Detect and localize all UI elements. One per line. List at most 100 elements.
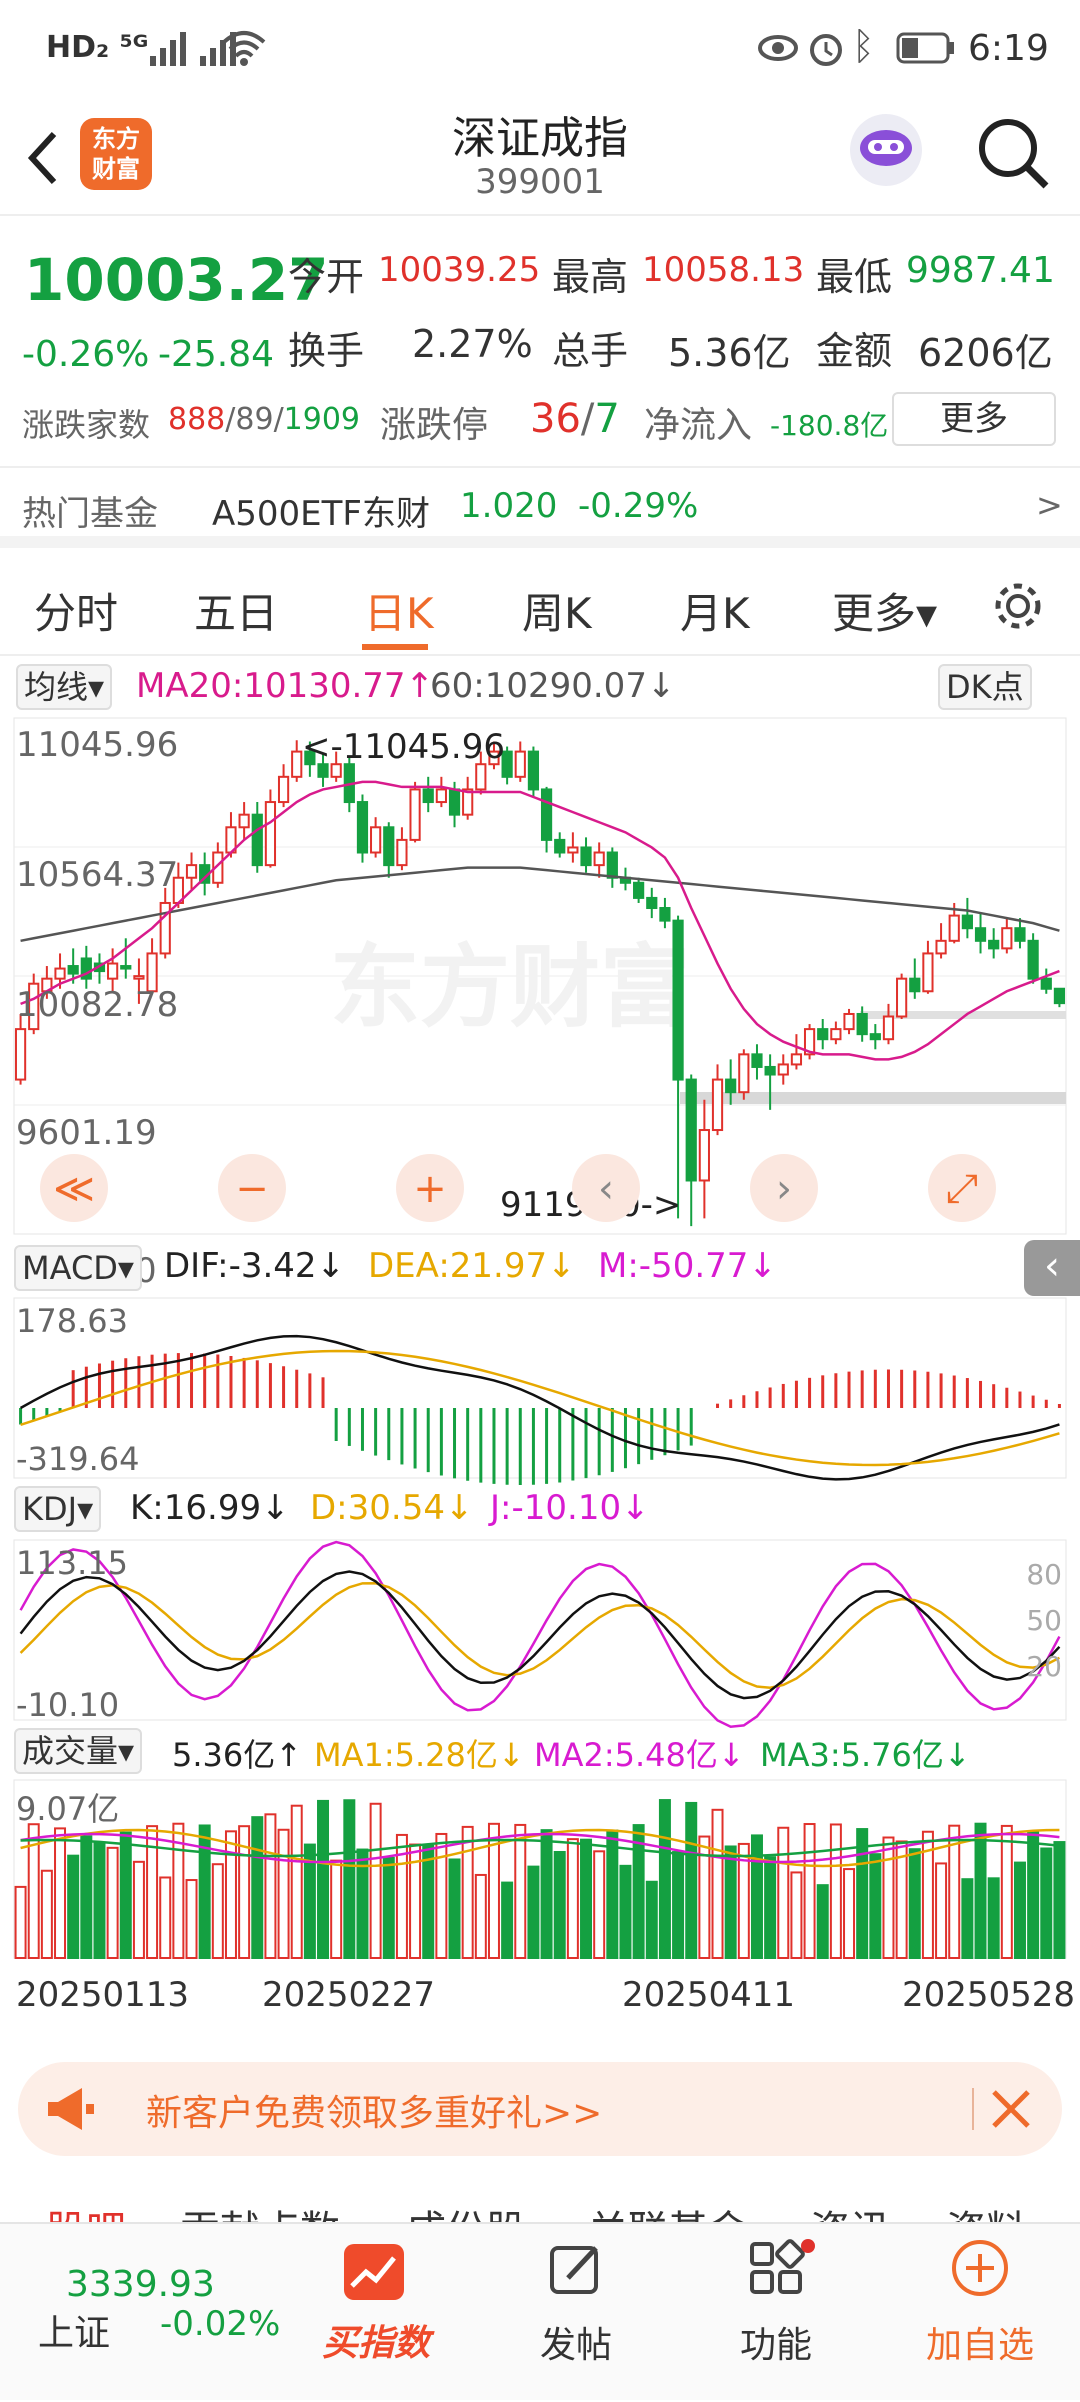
chart-control-icon: ⤢ <box>946 1166 978 1212</box>
volume-bar <box>777 1826 790 1960</box>
nav-buy-index[interactable]: 买指数 <box>276 2224 476 2402</box>
settings-gear-icon[interactable] <box>990 578 1046 634</box>
candle-body <box>238 813 250 829</box>
candle-body <box>882 1015 895 1041</box>
volume-bar <box>724 1845 737 1959</box>
sub-tab-guba[interactable]: 股吧 <box>46 2198 126 2222</box>
chevron-left-icon: ‹ <box>1044 1243 1060 1289</box>
last-price: 10003.27 <box>24 246 329 314</box>
volume-bar <box>185 1879 198 1960</box>
nav-post[interactable]: 发帖 <box>476 2224 676 2402</box>
battery-icon <box>896 32 954 64</box>
volume-bar <box>750 1834 763 1960</box>
nav-functions[interactable]: 功能 <box>676 2224 876 2402</box>
robot-assistant-icon[interactable] <box>844 108 928 192</box>
chart-control-icon: ‹ <box>598 1166 614 1212</box>
ma20-legend: MA20:10130.77↑ <box>136 666 435 706</box>
sub-tab-related-funds[interactable]: 关联基金 <box>588 2198 748 2222</box>
sub-tab-constituents[interactable]: 成份股 <box>406 2198 526 2222</box>
candle-body <box>448 788 461 816</box>
volume-bar <box>672 1851 685 1959</box>
hot-fund-name: A500ETF东财 <box>212 494 430 534</box>
candle-body <box>277 775 290 804</box>
volume-value: 5.36亿 <box>668 331 791 375</box>
tab-monthly-k[interactable]: 月K <box>680 580 750 641</box>
nav-index-quote[interactable]: 3339.93 上证 -0.02% <box>0 2224 280 2402</box>
app-logo[interactable]: 东方 财富 <box>80 118 152 190</box>
candle-body <box>988 939 1000 950</box>
volume-bar <box>369 1802 382 1959</box>
volume-panel-frame <box>13 1779 1067 1959</box>
volume-bar <box>1000 1824 1013 1960</box>
index-code: 399001 <box>475 162 605 202</box>
candle-body <box>764 1065 776 1076</box>
macd-dea-line <box>20 1349 1060 1467</box>
bottom-nav: 3339.93 上证 -0.02% 买指数 发帖 功能 加自选 <box>0 2222 1080 2400</box>
tab-daily-k[interactable]: 日K <box>364 580 434 641</box>
tab-five-day[interactable]: 五日 <box>194 580 278 641</box>
back-icon[interactable] <box>22 128 62 188</box>
candle-body <box>409 788 421 841</box>
active-tab-indicator <box>362 644 428 650</box>
sub-tab-contribution[interactable]: 贡献点数 <box>180 2198 340 2222</box>
volume-selector[interactable]: 成交量▾ <box>14 1728 143 1774</box>
candle-body <box>1027 939 1039 980</box>
volume-bar <box>1040 1847 1053 1959</box>
kdj-level-label: 20 <box>1026 1650 1062 1683</box>
hot-fund-row[interactable]: 热门基金 A500ETF东财 1.020 -0.29% > <box>0 466 1080 548</box>
macd-selector[interactable]: MACD▾ <box>14 1245 142 1291</box>
volume-bar <box>330 1859 343 1959</box>
amount-label: 金额 <box>816 329 893 373</box>
dk-point-button[interactable]: DK点 <box>938 664 1032 710</box>
kdj-selector[interactable]: KDJ▾ <box>14 1486 102 1532</box>
candle-body <box>540 788 553 841</box>
candle-body <box>435 788 447 804</box>
high-value: 10058.13 <box>642 250 805 290</box>
chart-control-icon: − <box>235 1166 269 1212</box>
nav-post-label: 发帖 <box>539 2325 612 2366</box>
candle-body <box>159 901 171 955</box>
promo-banner[interactable]: 新客户免费领取多重好礼>> <box>18 2062 1062 2156</box>
chart-control-icon: ≪ <box>53 1166 95 1212</box>
kdj-level-label: 50 <box>1026 1604 1062 1637</box>
macd-dea: DEA:21.97↓ <box>368 1246 576 1286</box>
candle-body <box>475 763 487 791</box>
sub-tab-profile[interactable]: 资料 <box>946 2198 1026 2222</box>
candle-body <box>251 813 263 867</box>
volume-label: 总手 <box>552 329 629 373</box>
volume-bar <box>474 1873 487 1960</box>
volume-bar <box>711 1808 724 1960</box>
alarm-icon <box>810 34 842 66</box>
volume-bar <box>843 1868 856 1960</box>
candle-body <box>751 1053 763 1068</box>
date-axis-label: 20250227 <box>262 1975 435 2015</box>
tab-intraday[interactable]: 分时 <box>34 580 118 641</box>
candle-body <box>120 965 132 970</box>
search-icon[interactable] <box>976 116 1052 192</box>
candle-body <box>514 750 526 778</box>
turnover-value: 2.27% <box>412 322 533 366</box>
ma-selector[interactable]: 均线▾ <box>16 664 113 710</box>
candle-body <box>777 1063 789 1076</box>
candle-body <box>725 1078 737 1094</box>
tab-more[interactable]: 更多▾ <box>832 580 937 641</box>
volume-max-label: 9.07亿 <box>16 1790 119 1828</box>
kline-y-label: 10082.78 <box>16 985 178 1025</box>
more-button[interactable]: 更多 <box>892 392 1056 446</box>
sub-tab-news[interactable]: 资讯 <box>810 2198 890 2222</box>
collapse-panel-button[interactable]: ‹ <box>1024 1240 1080 1296</box>
kdj-max-label: 113.15 <box>16 1544 128 1582</box>
kline-chart[interactable]: 东方财富11045.9610564.3710082.789601.199119.… <box>0 656 1080 2056</box>
chevron-right-icon: > <box>1036 486 1063 524</box>
candle-body <box>961 914 973 930</box>
macd-dif: DIF:-3.42↓ <box>164 1246 346 1286</box>
tab-weekly-k[interactable]: 周K <box>522 580 592 641</box>
high-price-marker: <-11045.96 <box>302 727 505 767</box>
volume-bar <box>816 1884 829 1960</box>
volume-bar <box>461 1825 474 1960</box>
volume-bar <box>764 1856 777 1959</box>
candle-body <box>606 851 618 879</box>
high-label: 最高 <box>552 255 629 299</box>
close-icon[interactable] <box>986 2084 1036 2134</box>
nav-add-watchlist[interactable]: 加自选 <box>880 2224 1080 2402</box>
